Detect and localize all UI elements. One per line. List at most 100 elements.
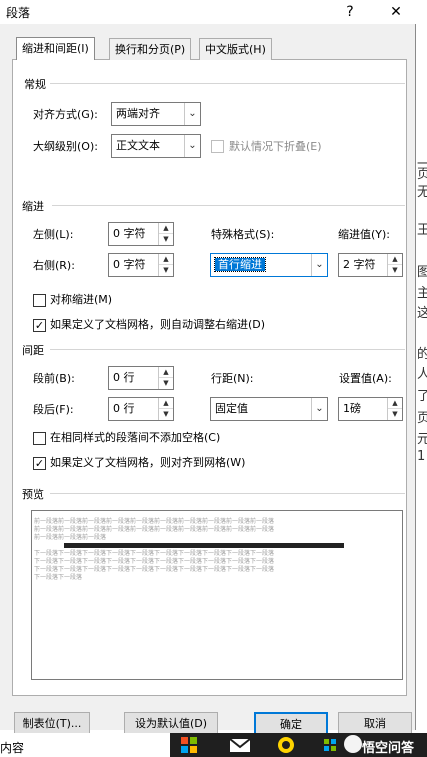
right-indent-spinner[interactable]: 0 字符 ▲ ▼ xyxy=(108,253,174,277)
outline-level-label: 大纲级别(O): xyxy=(33,140,98,153)
spin-up-icon[interactable]: ▲ xyxy=(159,223,173,234)
background-text: 的 xyxy=(417,347,427,362)
background-text: 页 xyxy=(417,411,427,426)
spin-up-icon[interactable]: ▲ xyxy=(159,367,173,378)
windows-start-icon[interactable] xyxy=(180,736,200,754)
tab-asian-typography[interactable]: 中文版式(H) xyxy=(199,38,272,60)
section-spacing-label: 间距 xyxy=(22,342,48,358)
space-before-spinner[interactable]: 0 行 ▲ ▼ xyxy=(108,366,174,390)
spacing-at-spinner[interactable]: 1磅 ▲ ▼ xyxy=(338,397,403,421)
spin-down-icon[interactable]: ▼ xyxy=(159,378,173,389)
left-indent-label: 左侧(L): xyxy=(33,228,74,241)
spacing-at-value: 1磅 xyxy=(343,402,361,415)
space-before-label: 段前(B): xyxy=(33,372,75,385)
no-space-same-style-label: 在相同样式的段落间不添加空格(C) xyxy=(50,431,221,444)
background-text: 了 xyxy=(417,389,427,404)
alignment-value: 两端对齐 xyxy=(116,107,160,120)
alignment-select[interactable]: 两端对齐 ⌄ xyxy=(111,102,201,126)
background-text: 无 xyxy=(417,185,427,200)
background-text: 1 xyxy=(417,449,426,464)
spin-up-icon[interactable]: ▲ xyxy=(159,398,173,409)
special-format-value: 首行缩进 xyxy=(214,257,266,272)
preview-next-paragraph: 下一段落下一段落 xyxy=(34,574,83,581)
snap-to-grid-label: 如果定义了文档网格，则对齐到网格(W) xyxy=(50,456,246,469)
status-bar xyxy=(0,733,170,757)
checkmark-icon: ✓ xyxy=(34,319,45,332)
right-indent-label: 右侧(R): xyxy=(33,259,75,272)
special-format-label: 特殊格式(S): xyxy=(211,228,275,241)
section-general-label: 常规 xyxy=(24,76,50,92)
outline-level-value: 正文文本 xyxy=(116,139,160,152)
spin-down-icon[interactable]: ▼ xyxy=(388,409,402,420)
collapse-checkbox[interactable] xyxy=(211,140,224,153)
mirror-indents-checkbox[interactable] xyxy=(33,294,46,307)
auto-adjust-label: 如果定义了文档网格，则自动调整右缩进(D) xyxy=(50,318,266,331)
space-before-value: 0 行 xyxy=(113,371,135,384)
left-indent-spinner[interactable]: 0 字符 ▲ ▼ xyxy=(108,222,174,246)
chevron-down-icon: ⌄ xyxy=(311,398,327,420)
background-text: 王 xyxy=(417,223,427,238)
spin-down-icon[interactable]: ▼ xyxy=(388,265,402,276)
tab-line-page-breaks[interactable]: 换行和分页(P) xyxy=(109,38,192,60)
background-text: 图 xyxy=(417,265,427,280)
chevron-down-icon: ⌄ xyxy=(184,103,200,125)
spin-down-icon[interactable]: ▼ xyxy=(159,409,173,420)
preview-next-paragraph: 下一段落下一段落下一段落下一段落下一段落下一段落下一段落下一段落下一段落下一段落 xyxy=(34,550,275,557)
section-divider xyxy=(50,349,405,350)
spin-up-icon[interactable]: ▲ xyxy=(388,254,402,265)
spin-down-icon[interactable]: ▼ xyxy=(159,234,173,245)
line-spacing-select[interactable]: 固定值 ⌄ xyxy=(210,397,328,421)
wukong-logo-icon xyxy=(344,735,362,753)
preview-previous-paragraph: 前一段落前一段落前一段落前一段落前一段落前一段落前一段落前一段落前一段落前一段落 xyxy=(34,526,275,533)
line-spacing-label: 行距(N): xyxy=(211,372,254,385)
chevron-down-icon: ⌄ xyxy=(311,254,327,276)
section-divider xyxy=(30,83,405,84)
background-text: 人 xyxy=(417,367,427,382)
line-spacing-value: 固定值 xyxy=(215,402,248,415)
space-after-value: 0 行 xyxy=(113,402,135,415)
background-text: 页 xyxy=(417,167,427,182)
preview-next-paragraph: 下一段落下一段落下一段落下一段落下一段落下一段落下一段落下一段落下一段落下一段落 xyxy=(34,558,275,565)
section-divider xyxy=(50,493,405,494)
help-button[interactable]: ? xyxy=(338,1,362,23)
section-indent-label: 缩进 xyxy=(22,198,48,214)
mirror-indents-label: 对称缩进(M) xyxy=(50,293,113,306)
indent-by-label: 缩进值(Y): xyxy=(338,228,391,241)
section-preview-label: 预览 xyxy=(22,486,48,502)
preview-previous-paragraph: 前一段落前一段落前一段落 xyxy=(34,534,107,541)
dialog-title: 段落 xyxy=(6,6,31,20)
preview-current-paragraph xyxy=(64,543,344,548)
status-text: 内容 xyxy=(0,741,25,755)
outline-level-select[interactable]: 正文文本 ⌄ xyxy=(111,134,201,158)
spin-up-icon[interactable]: ▲ xyxy=(388,398,402,409)
indent-by-spinner[interactable]: 2 字符 ▲ ▼ xyxy=(338,253,403,277)
auto-adjust-checkbox[interactable]: ✓ xyxy=(33,319,46,332)
app-circle-icon[interactable] xyxy=(276,736,296,754)
space-after-label: 段后(F): xyxy=(33,403,74,416)
app-grid-icon[interactable] xyxy=(322,736,342,754)
snap-to-grid-checkbox[interactable]: ✓ xyxy=(33,457,46,470)
special-format-select[interactable]: 首行缩进 ⌄ xyxy=(210,253,328,277)
close-button[interactable]: ✕ xyxy=(384,1,408,23)
preview-previous-paragraph: 前一段落前一段落前一段落前一段落前一段落前一段落前一段落前一段落前一段落前一段落 xyxy=(34,518,275,525)
chevron-down-icon: ⌄ xyxy=(184,135,200,157)
no-space-same-style-checkbox[interactable] xyxy=(33,432,46,445)
alignment-label: 对齐方式(G): xyxy=(33,108,98,121)
background-text: 元 xyxy=(417,432,427,447)
spin-down-icon[interactable]: ▼ xyxy=(159,265,173,276)
spacing-at-label: 设置值(A): xyxy=(339,372,392,385)
mail-icon[interactable] xyxy=(229,736,251,754)
right-indent-value: 0 字符 xyxy=(113,258,146,271)
background-text: 主 xyxy=(417,286,427,301)
brand-watermark: 悟空问答 xyxy=(362,741,415,756)
background-text: 这 xyxy=(417,306,427,321)
collapse-label: 默认情况下折叠(E) xyxy=(229,140,322,153)
tab-indents-spacing[interactable]: 缩进和间距(I) xyxy=(16,37,95,60)
checkmark-icon: ✓ xyxy=(34,457,45,470)
left-indent-value: 0 字符 xyxy=(113,227,146,240)
space-after-spinner[interactable]: 0 行 ▲ ▼ xyxy=(108,397,174,421)
spin-up-icon[interactable]: ▲ xyxy=(159,254,173,265)
indent-by-value: 2 字符 xyxy=(343,258,376,271)
preview-next-paragraph: 下一段落下一段落下一段落下一段落下一段落下一段落下一段落下一段落下一段落下一段落 xyxy=(34,566,275,573)
section-divider xyxy=(52,205,405,206)
